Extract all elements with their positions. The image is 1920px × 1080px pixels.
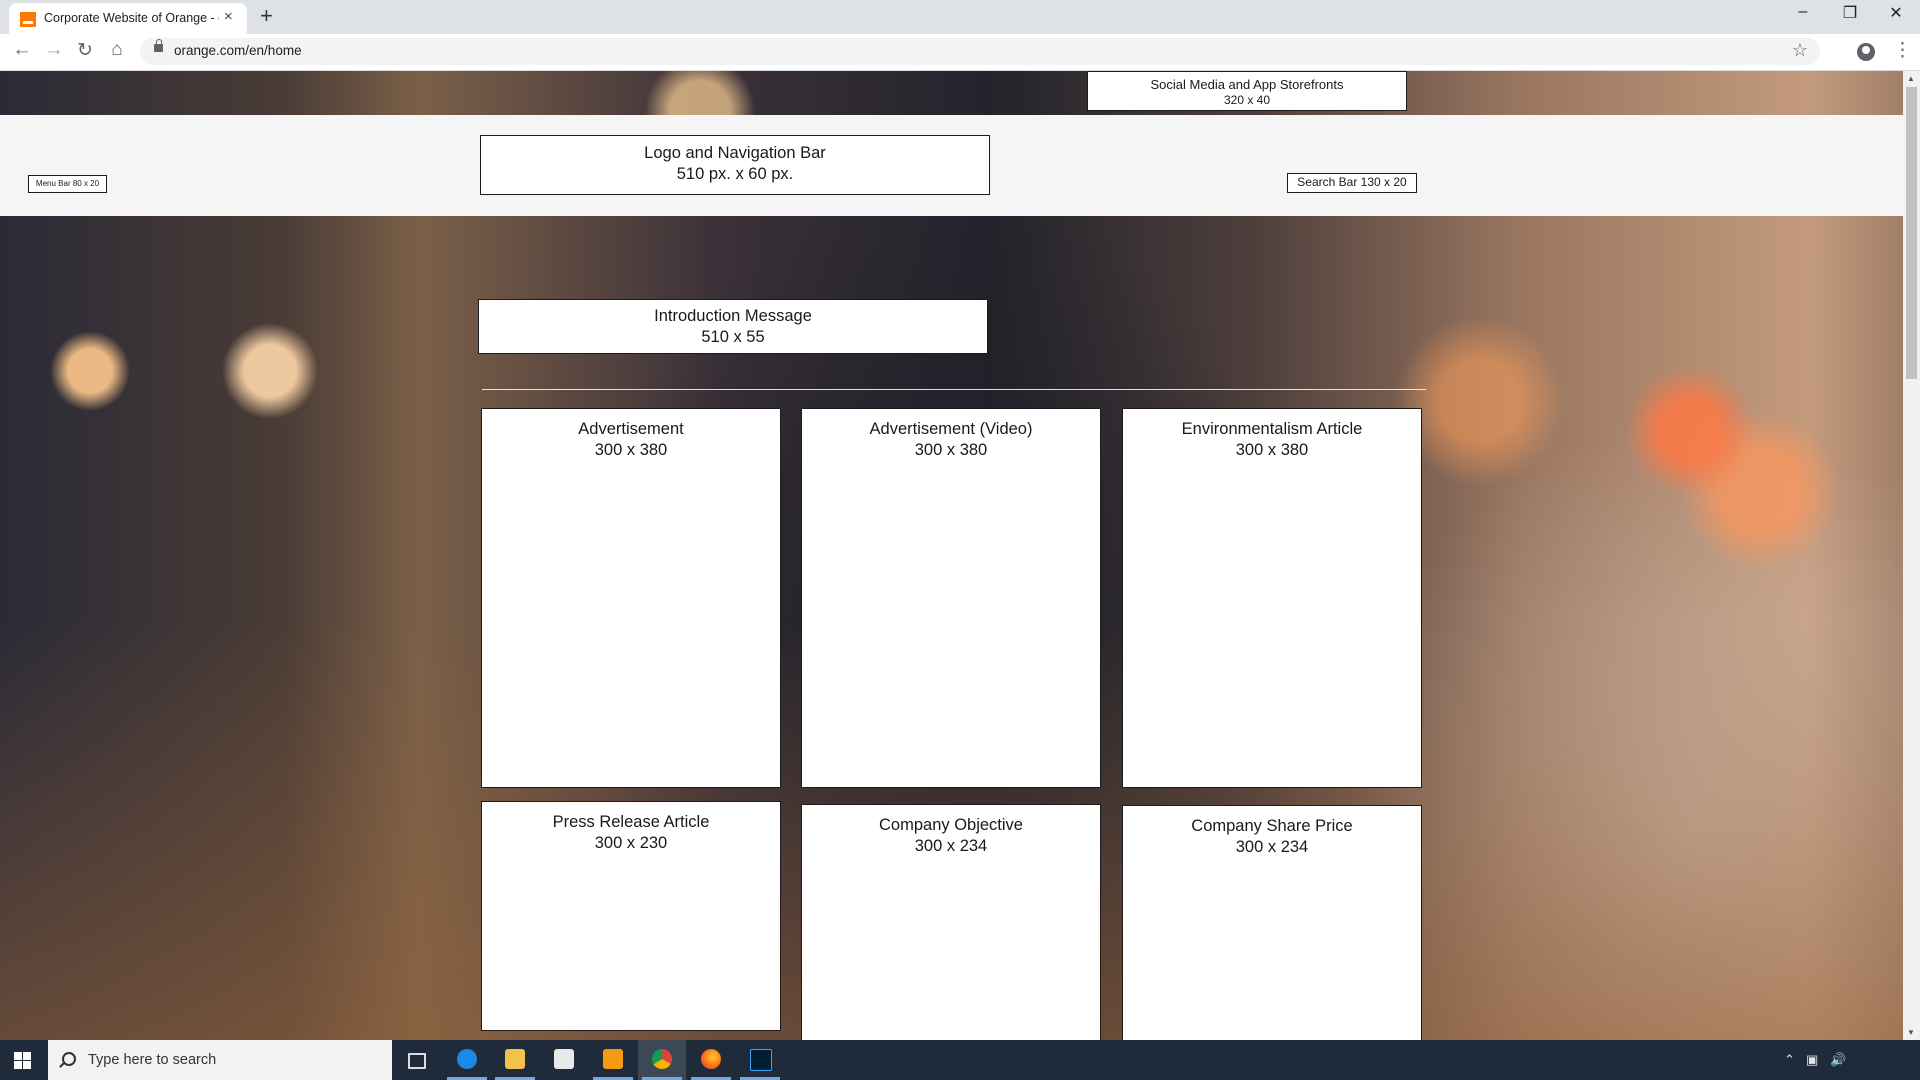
search-icon bbox=[62, 1052, 76, 1066]
file-explorer-icon[interactable] bbox=[491, 1040, 539, 1080]
photoshop-icon[interactable] bbox=[736, 1040, 784, 1080]
intro-message-placeholder: Introduction Message 510 x 55 bbox=[478, 299, 988, 354]
page-viewport: Social Media and App Storefronts 320 x 4… bbox=[0, 71, 1903, 1040]
card-title: Company Objective bbox=[879, 816, 1023, 834]
card-title: Environmentalism Article bbox=[1181, 420, 1363, 438]
minimize-button[interactable]: – bbox=[1783, 3, 1823, 21]
forward-arrow-icon[interactable]: → bbox=[40, 39, 68, 61]
task-view-icon[interactable] bbox=[392, 1040, 440, 1080]
logo-nav-title: Logo and Navigation Bar bbox=[644, 144, 826, 162]
card-title: Press Release Article bbox=[552, 813, 710, 831]
search-title: Search Bar 130 x 20 bbox=[1297, 175, 1407, 189]
card-size: 300 x 380 bbox=[594, 441, 668, 459]
social-media-placeholder: Social Media and App Storefronts 320 x 4… bbox=[1087, 71, 1407, 111]
reload-icon[interactable]: ↻ bbox=[71, 39, 99, 62]
taskbar-search-box[interactable]: Type here to search bbox=[48, 1040, 392, 1080]
card-title: Advertisement bbox=[578, 420, 684, 438]
chrome-icon[interactable] bbox=[638, 1040, 686, 1080]
volume-icon[interactable]: 🔊 bbox=[1830, 1052, 1846, 1068]
url-text[interactable]: orange.com/en/home bbox=[174, 43, 302, 58]
card-size: 300 x 234 bbox=[1235, 838, 1309, 856]
environmentalism-article-card: Environmentalism Article 300 x 380 bbox=[1122, 408, 1422, 788]
restore-button[interactable]: ❐ bbox=[1830, 3, 1870, 23]
card-size: 300 x 234 bbox=[914, 837, 988, 855]
logo-nav-size: 510 px. x 60 px. bbox=[676, 165, 794, 183]
search-bar-placeholder: Search Bar 130 x 20 bbox=[1287, 173, 1417, 193]
lock-icon[interactable] bbox=[154, 39, 163, 52]
close-window-button[interactable]: ✕ bbox=[1876, 3, 1916, 23]
page-scrollbar[interactable]: ▲ ▼ bbox=[1903, 71, 1920, 1040]
taskbar-search-placeholder[interactable]: Type here to search bbox=[88, 1052, 216, 1068]
edge-icon[interactable] bbox=[443, 1040, 491, 1080]
back-arrow-icon[interactable]: ← bbox=[8, 39, 36, 61]
new-tab-button[interactable]: + bbox=[260, 3, 273, 29]
intro-title: Introduction Message bbox=[654, 307, 812, 325]
scroll-up-icon[interactable]: ▲ bbox=[1907, 74, 1915, 83]
store-icon[interactable] bbox=[540, 1040, 588, 1080]
orange-favicon-icon bbox=[20, 12, 36, 27]
card-title: Advertisement (Video) bbox=[869, 420, 1033, 438]
press-release-card: Press Release Article 300 x 230 bbox=[481, 801, 781, 1031]
social-title: Social Media and App Storefronts bbox=[1150, 77, 1344, 92]
company-objective-card: Company Objective 300 x 234 bbox=[801, 804, 1101, 1040]
tray-chevron-icon[interactable]: ⌃ bbox=[1784, 1052, 1795, 1068]
windows-taskbar: Type here to search ⌃ ▣ 🔊 bbox=[0, 1040, 1920, 1080]
close-tab-icon[interactable]: × bbox=[224, 8, 233, 25]
browser-titlebar: Corporate Website of Orange - o × + – ❐ … bbox=[0, 0, 1920, 34]
card-size: 300 x 230 bbox=[594, 834, 668, 852]
network-icon[interactable]: ▣ bbox=[1806, 1052, 1818, 1068]
card-title: Company Share Price bbox=[1191, 817, 1353, 835]
windows-start-icon[interactable] bbox=[14, 1052, 31, 1069]
advertisement-card: Advertisement 300 x 380 bbox=[481, 408, 781, 788]
firefox-icon[interactable] bbox=[687, 1040, 735, 1080]
browser-menu-icon[interactable]: ⋮ bbox=[1893, 39, 1912, 62]
address-bar[interactable]: orange.com/en/home ☆ bbox=[140, 38, 1820, 65]
scroll-down-icon[interactable]: ▼ bbox=[1907, 1028, 1915, 1037]
menu-title: Menu Bar 80 x 20 bbox=[35, 179, 100, 188]
card-size: 300 x 380 bbox=[1235, 441, 1309, 459]
logo-nav-placeholder: Logo and Navigation Bar 510 px. x 60 px. bbox=[480, 135, 990, 195]
browser-tab[interactable]: Corporate Website of Orange - o × bbox=[9, 3, 247, 34]
divider-line bbox=[482, 389, 1426, 390]
social-size: 320 x 40 bbox=[1223, 93, 1271, 107]
menu-bar-placeholder: Menu Bar 80 x 20 bbox=[28, 175, 107, 193]
home-icon[interactable]: ⌂ bbox=[103, 39, 131, 61]
scroll-thumb[interactable] bbox=[1906, 87, 1917, 379]
tab-title: Corporate Website of Orange - o bbox=[44, 11, 219, 25]
profile-icon[interactable] bbox=[1857, 43, 1875, 61]
advertisement-video-card: Advertisement (Video) 300 x 380 bbox=[801, 408, 1101, 788]
browser-toolbar: ← → ↻ ⌂ orange.com/en/home ☆ bbox=[0, 34, 1920, 71]
share-price-card: Company Share Price 300 x 234 bbox=[1122, 805, 1422, 1040]
sublime-text-icon[interactable] bbox=[589, 1040, 637, 1080]
bookmark-star-icon[interactable]: ☆ bbox=[1792, 40, 1808, 61]
intro-size: 510 x 55 bbox=[701, 328, 765, 346]
card-size: 300 x 380 bbox=[914, 441, 988, 459]
